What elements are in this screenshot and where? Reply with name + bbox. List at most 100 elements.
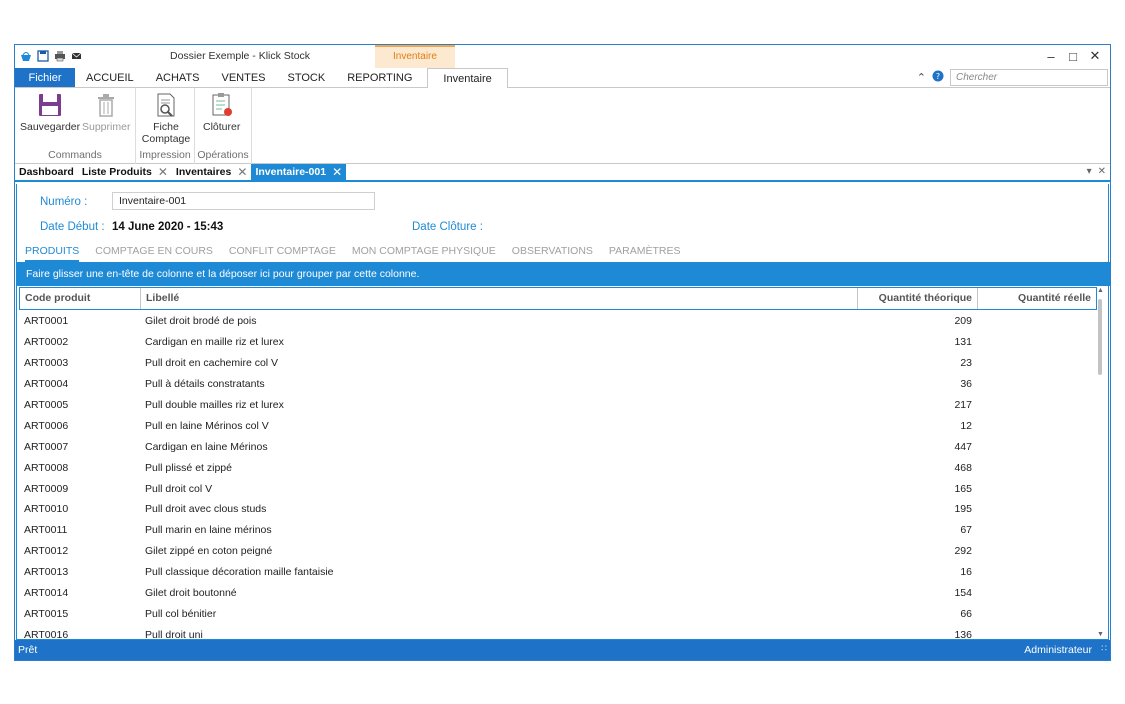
column-header-libelle[interactable]: Libellé [141, 288, 858, 309]
table-cell[interactable]: Pull droit en cachemire col V [140, 357, 857, 369]
doc-tab-dashboard[interactable]: Dashboard [15, 164, 78, 180]
table-cell[interactable]: 66 [857, 608, 977, 620]
doc-tab-inventaires[interactable]: Inventaires ✕ [172, 164, 252, 180]
table-cell[interactable]: ART0015 [19, 608, 140, 620]
table-cell[interactable]: Gilet droit boutonné [140, 587, 857, 599]
table-cell[interactable]: Pull col bénitier [140, 608, 857, 620]
mail-icon[interactable] [70, 49, 84, 63]
vertical-scrollbar[interactable]: ▲ ▼ [1096, 287, 1105, 638]
save-icon[interactable] [36, 49, 50, 63]
table-cell[interactable]: Pull en laine Mérinos col V [140, 420, 857, 432]
table-row[interactable]: ART0001 Gilet droit brodé de pois 209 [19, 311, 1097, 332]
table-cell[interactable]: 217 [857, 399, 977, 411]
table-cell[interactable]: Cardigan en maille riz et lurex [140, 336, 857, 348]
column-header-qte-reelle[interactable]: Quantité réelle [978, 288, 1096, 309]
close-icon[interactable]: ✕ [1084, 47, 1106, 65]
resize-grip-icon[interactable]: ∷ [1101, 638, 1107, 658]
help-icon[interactable]: ? [932, 70, 944, 85]
close-tab-icon[interactable]: ✕ [158, 163, 168, 181]
table-cell[interactable]: Pull marin en laine mérinos [140, 524, 857, 536]
table-cell[interactable]: ART0016 [19, 629, 140, 638]
table-row[interactable]: ART0002 Cardigan en maille riz et lurex 13… [19, 332, 1097, 353]
column-header-code[interactable]: Code produit [20, 288, 141, 309]
table-row[interactable]: ART0008 Pull plissé et zippé 468 [19, 457, 1097, 478]
fiche-comptage-button[interactable]: Fiche Comptage [141, 91, 191, 145]
table-cell[interactable]: Pull à détails constratants [140, 378, 857, 390]
tab-reporting[interactable]: REPORTING [336, 68, 423, 87]
table-row[interactable]: ART0007 Cardigan en laine Mérinos 447 [19, 436, 1097, 457]
table-cell[interactable]: ART0012 [19, 545, 140, 557]
doc-tab-liste-produits[interactable]: Liste Produits ✕ [78, 164, 172, 180]
table-cell[interactable]: 468 [857, 462, 977, 474]
tab-list-icon[interactable]: ▾ [1087, 166, 1092, 177]
table-cell[interactable]: 209 [857, 315, 977, 327]
table-cell[interactable]: Gilet droit brodé de pois [140, 315, 857, 327]
table-cell[interactable]: Gilet zippé en coton peigné [140, 545, 857, 557]
minimize-icon[interactable]: – [1040, 47, 1062, 65]
table-row[interactable]: ART0006 Pull en laine Mérinos col V 12 [19, 415, 1097, 436]
table-row[interactable]: ART0012 Gilet zippé en coton peigné 292 [19, 541, 1097, 562]
table-cell[interactable]: ART0014 [19, 587, 140, 599]
subtab-mon-comptage-physique[interactable]: MON COMPTAGE PHYSIQUE [352, 245, 496, 262]
subtab-parametres[interactable]: PARAMÈTRES [609, 245, 681, 262]
tab-fichier[interactable]: Fichier [15, 68, 75, 87]
table-cell[interactable]: 292 [857, 545, 977, 557]
table-cell[interactable]: ART0010 [19, 503, 140, 515]
table-cell[interactable]: ART0009 [19, 483, 140, 495]
table-cell[interactable]: 447 [857, 441, 977, 453]
collapse-ribbon-icon[interactable]: ⌃ [917, 71, 926, 84]
table-cell[interactable]: Pull double mailles riz et lurex [140, 399, 857, 411]
table-row[interactable]: ART0009 Pull droit col V 165 [19, 478, 1097, 499]
table-cell[interactable]: 195 [857, 503, 977, 515]
table-cell[interactable]: ART0007 [19, 441, 140, 453]
table-cell[interactable]: Pull droit uni [140, 629, 857, 638]
table-cell[interactable]: 154 [857, 587, 977, 599]
scroll-thumb[interactable] [1098, 299, 1102, 375]
table-row[interactable]: ART0013 Pull classique décoration maille … [19, 562, 1097, 583]
numero-input[interactable]: Inventaire-001 [112, 192, 375, 210]
print-icon[interactable] [53, 49, 67, 63]
table-cell[interactable]: ART0003 [19, 357, 140, 369]
scroll-down-icon[interactable]: ▼ [1097, 631, 1104, 638]
table-cell[interactable]: 131 [857, 336, 977, 348]
search-input[interactable]: Chercher [950, 69, 1108, 86]
table-cell[interactable]: ART0011 [19, 524, 140, 536]
table-cell[interactable]: ART0004 [19, 378, 140, 390]
table-cell[interactable]: ART0006 [19, 420, 140, 432]
close-document-icon[interactable]: ✕ [1098, 166, 1106, 177]
scroll-up-icon[interactable]: ▲ [1097, 287, 1104, 294]
table-cell[interactable]: Cardigan en laine Mérinos [140, 441, 857, 453]
table-row[interactable]: ART0003 Pull droit en cachemire col V 23 [19, 353, 1097, 374]
table-row[interactable]: ART0015 Pull col bénitier 66 [19, 603, 1097, 624]
subtab-observations[interactable]: OBSERVATIONS [512, 245, 593, 262]
tab-accueil[interactable]: ACCUEIL [75, 68, 145, 87]
save-button[interactable]: Sauvegarder [20, 91, 80, 133]
maximize-icon[interactable]: □ [1062, 47, 1084, 65]
table-row[interactable]: ART0016 Pull droit uni 136 [19, 624, 1097, 638]
table-cell[interactable]: ART0005 [19, 399, 140, 411]
subtab-conflit-comptage[interactable]: CONFLIT COMPTAGE [229, 245, 336, 262]
table-row[interactable]: ART0005 Pull double mailles riz et lurex 2… [19, 395, 1097, 416]
table-cell[interactable]: ART0001 [19, 315, 140, 327]
table-cell[interactable]: Pull droit col V [140, 483, 857, 495]
close-tab-icon[interactable]: ✕ [332, 163, 342, 181]
table-cell[interactable]: 136 [857, 629, 977, 638]
group-by-panel[interactable]: Faire glisser une en-tête de colonne et … [17, 262, 1110, 286]
close-tab-icon[interactable]: ✕ [237, 163, 247, 181]
cloturer-button[interactable]: Clôturer [203, 91, 240, 133]
doc-tab-inventaire-001[interactable]: Inventaire-001 ✕ [251, 163, 347, 181]
subtab-produits[interactable]: PRODUITS [25, 245, 80, 262]
table-row[interactable]: ART0004 Pull à détails constratants 36 [19, 374, 1097, 395]
app-icon[interactable] [19, 49, 33, 63]
table-cell[interactable]: ART0008 [19, 462, 140, 474]
table-cell[interactable]: 67 [857, 524, 977, 536]
tab-inventaire[interactable]: Inventaire [427, 68, 508, 89]
subtab-comptage-en-cours[interactable]: COMPTAGE EN COURS [95, 245, 213, 262]
table-cell[interactable]: ART0013 [19, 566, 140, 578]
table-cell[interactable]: Pull droit avec clous studs [140, 503, 857, 515]
table-cell[interactable]: 12 [857, 420, 977, 432]
tab-achats[interactable]: ACHATS [145, 68, 211, 87]
table-cell[interactable]: Pull plissé et zippé [140, 462, 857, 474]
table-row[interactable]: ART0014 Gilet droit boutonné 154 [19, 583, 1097, 604]
table-row[interactable]: ART0011 Pull marin en laine mérinos 67 [19, 520, 1097, 541]
